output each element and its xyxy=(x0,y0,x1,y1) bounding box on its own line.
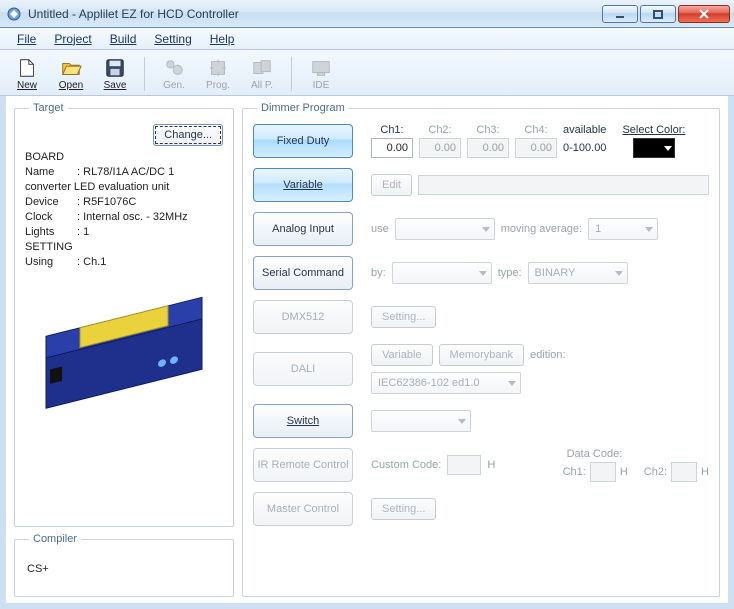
ch3-label: Ch3: xyxy=(476,124,499,136)
toolbar-allp: All P. xyxy=(243,54,281,94)
data-code-ch2-input xyxy=(671,462,697,482)
dimmer-variable[interactable]: Variable xyxy=(253,168,353,202)
ch4-label: Ch4: xyxy=(524,124,547,136)
new-icon xyxy=(16,57,38,79)
board-image xyxy=(30,284,218,434)
moving-avg-label: moving average: xyxy=(501,223,582,235)
variable-input xyxy=(418,175,709,195)
custom-code-label: Custom Code: xyxy=(371,459,441,471)
menubar: File Project Build Setting Help xyxy=(0,28,734,50)
type-select: BINARY xyxy=(528,262,628,284)
dali-variable-button: Variable xyxy=(371,344,433,366)
compiler-group: Compiler CS+ xyxy=(14,533,234,597)
toolbar-save[interactable]: Save xyxy=(96,54,134,94)
dali-memorybank-button: Memorybank xyxy=(439,344,525,366)
type-label: type: xyxy=(498,267,522,279)
available-label: available xyxy=(563,124,606,136)
target-legend: Target xyxy=(29,102,68,114)
app-icon xyxy=(6,6,22,22)
change-button[interactable]: Change... xyxy=(153,124,223,146)
menu-build[interactable]: Build xyxy=(110,32,137,46)
dmx-setting-button: Setting... xyxy=(371,306,436,328)
moving-avg-select: 1 xyxy=(588,218,658,240)
dimmer-legend: Dimmer Program xyxy=(257,102,349,114)
prog-icon xyxy=(207,57,229,79)
data-code-ch2-label: Ch2: xyxy=(644,466,667,478)
data-code-ch1-label: Ch1: xyxy=(563,466,586,478)
board-heading: BOARD xyxy=(25,150,223,165)
data-code-ch1-input xyxy=(590,462,616,482)
menu-setting[interactable]: Setting xyxy=(154,32,191,46)
toolbar-new[interactable]: New xyxy=(8,54,46,94)
available-range: 0-100.00 xyxy=(563,138,606,158)
close-button[interactable] xyxy=(678,5,730,23)
dimmer-group: Dimmer Program Fixed Duty Ch1: Ch2: Ch3:… xyxy=(242,102,720,597)
toolbar: New Open Save Gen. Prog. All P. IDE xyxy=(0,50,734,96)
gen-icon xyxy=(163,57,185,79)
data-code-label: Data Code: xyxy=(567,448,623,460)
by-label: by: xyxy=(371,267,386,279)
menu-project[interactable]: Project xyxy=(54,32,91,46)
switch-select xyxy=(371,410,471,432)
edit-button: Edit xyxy=(371,174,412,196)
ch2-label: Ch2: xyxy=(428,124,451,136)
edition-label: edition: xyxy=(530,349,565,361)
menu-file[interactable]: File xyxy=(17,32,36,46)
ide-icon xyxy=(310,57,332,79)
dimmer-master: Master Control xyxy=(253,492,353,526)
custom-code-input xyxy=(447,455,481,475)
open-icon xyxy=(60,57,82,79)
toolbar-gen: Gen. xyxy=(155,54,193,94)
compiler-value: CS+ xyxy=(27,563,223,575)
use-label: use xyxy=(371,223,389,235)
by-select xyxy=(392,262,492,284)
dimmer-fixed-duty[interactable]: Fixed Duty xyxy=(253,124,353,158)
dimmer-analog[interactable]: Analog Input xyxy=(253,212,353,246)
minimize-button[interactable] xyxy=(602,5,638,23)
maximize-button[interactable] xyxy=(640,5,676,23)
setting-heading: SETTING xyxy=(25,240,223,255)
toolbar-ide: IDE xyxy=(302,54,340,94)
target-info: BOARD Name: RL78/I1A AC/DC 1 converter L… xyxy=(25,150,223,270)
edition-select: IEC62386-102 ed1.0 xyxy=(371,372,521,394)
ch2-input xyxy=(419,138,461,158)
allp-icon xyxy=(251,57,273,79)
dimmer-dmx: DMX512 xyxy=(253,300,353,334)
save-icon xyxy=(104,57,126,79)
custom-code-h: H xyxy=(487,459,495,471)
toolbar-open[interactable]: Open xyxy=(52,54,90,94)
ch4-input xyxy=(515,138,557,158)
titlebar: Untitled - Applilet EZ for HCD Controlle… xyxy=(0,0,734,28)
use-select xyxy=(395,218,495,240)
target-group: Target Change... BOARD Name: RL78/I1A AC… xyxy=(14,102,234,527)
dimmer-dali: DALI xyxy=(253,352,353,386)
dimmer-serial[interactable]: Serial Command xyxy=(253,256,353,290)
ch3-input xyxy=(467,138,509,158)
select-color-swatch[interactable] xyxy=(633,138,675,158)
ch1-input[interactable] xyxy=(371,138,413,158)
dimmer-ir: IR Remote Control xyxy=(253,448,353,482)
dimmer-switch[interactable]: Switch xyxy=(253,404,353,438)
menu-help[interactable]: Help xyxy=(210,32,235,46)
toolbar-prog: Prog. xyxy=(199,54,237,94)
compiler-legend: Compiler xyxy=(29,533,81,545)
window-title: Untitled - Applilet EZ for HCD Controlle… xyxy=(28,7,600,21)
master-setting-button: Setting... xyxy=(371,498,436,520)
select-color-label: Select Color: xyxy=(622,124,685,136)
toolbar-separator xyxy=(144,57,145,91)
toolbar-separator-2 xyxy=(291,57,292,91)
ch1-label: Ch1: xyxy=(380,124,403,136)
